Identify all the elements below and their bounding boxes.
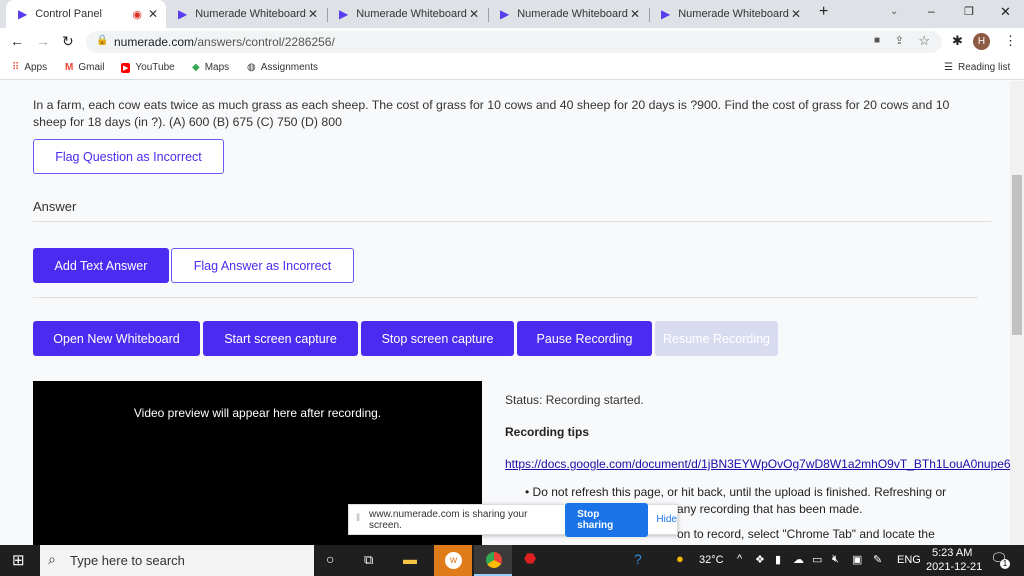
share-icon[interactable]: ⇪	[895, 34, 904, 47]
pause-recording-button[interactable]: Pause Recording	[517, 321, 652, 356]
tray-chevron-icon[interactable]: ^	[737, 553, 742, 565]
hide-button[interactable]: Hide	[656, 514, 677, 525]
acrobat-icon[interactable]: ⬣	[524, 550, 536, 567]
tab-whiteboard[interactable]: ▶ Numerade Whiteboard ✕	[488, 0, 648, 28]
dropbox-icon[interactable]: ❖	[755, 553, 765, 566]
add-text-answer-button[interactable]: Add Text Answer	[33, 248, 169, 283]
bookmark-assignments[interactable]: ◍ Assignments	[247, 62, 318, 73]
question-text: In a farm, each cow eats twice as much g…	[33, 98, 950, 129]
gmail-icon: M	[65, 62, 74, 73]
restore-button[interactable]: ❐	[964, 5, 974, 18]
camera-icon[interactable]: ■	[874, 35, 880, 46]
language-indicator[interactable]: ENG	[897, 554, 921, 566]
close-tab-icon[interactable]: ✕	[308, 7, 318, 21]
open-whiteboard-button[interactable]: Open New Whiteboard	[33, 321, 200, 356]
tab-bar: ▶ Control Panel ◉ ✕ ▶ Numerade Whiteboard ✕ ▶…	[0, 0, 1024, 28]
reading-list-icon: ☰	[944, 62, 953, 73]
url-input[interactable]: 🔒 numerade.com/answers/control/2286256/ …	[86, 31, 942, 53]
close-window-button[interactable]: ✕	[1000, 4, 1011, 20]
back-icon[interactable]: ←	[10, 33, 24, 49]
globe-icon: ◍	[247, 62, 256, 73]
tips-doc-link[interactable]: https://docs.google.com/document/d/1jBN3…	[505, 457, 1010, 471]
new-tab-button[interactable]: +	[819, 3, 828, 21]
tab-search-icon[interactable]: ⌄	[890, 6, 898, 17]
resume-recording-button: Resume Recording	[655, 321, 778, 356]
microphone-icon[interactable]: ▮	[775, 553, 781, 566]
drag-handle-icon[interactable]: ‖	[356, 513, 360, 524]
search-icon: ⌕	[48, 551, 56, 567]
minimize-button[interactable]: –	[928, 4, 935, 18]
flag-question-button[interactable]: Flag Question as Incorrect	[33, 139, 224, 174]
divider	[33, 297, 978, 298]
windows-start-icon[interactable]: ⊞	[12, 551, 25, 569]
bookmark-star-icon[interactable]: ☆	[918, 33, 930, 49]
numerade-logo-icon: ▶	[661, 7, 671, 21]
recording-icon: ◉	[132, 8, 142, 21]
youtube-icon: ▶	[121, 62, 131, 73]
divider	[33, 221, 991, 222]
flag-answer-button[interactable]: Flag Answer as Incorrect	[171, 248, 354, 283]
tab-whiteboard[interactable]: ▶ Numerade Whiteboard ✕	[327, 0, 487, 28]
bookmark-youtube[interactable]: ▶ YouTube	[121, 62, 175, 73]
battery-icon[interactable]: ▭	[812, 553, 822, 566]
weather-icon: ●	[676, 551, 684, 566]
clock-date[interactable]: 2021-12-21	[926, 561, 982, 573]
answer-heading: Answer	[33, 199, 77, 214]
close-tab-icon[interactable]: ✕	[630, 7, 640, 21]
numerade-logo-icon: ▶	[18, 7, 28, 21]
apps-grid-icon: ⠿	[12, 62, 20, 73]
taskbar-search-input[interactable]: ⌕ Type here to search	[40, 545, 314, 576]
page-content: In a farm, each cow eats twice as much g…	[0, 81, 1010, 545]
tip-item: • Do not refresh this page, or hit back,…	[525, 485, 947, 499]
notification-count: 1	[1000, 559, 1010, 569]
tab-whiteboard[interactable]: ▶ Numerade Whiteboard ✕	[166, 0, 326, 28]
cortana-icon[interactable]: ○	[326, 551, 334, 567]
app-w-icon[interactable]: w	[434, 545, 472, 576]
cloud-icon[interactable]: ☁	[793, 553, 804, 566]
reading-list[interactable]: ☰ Reading list	[944, 62, 1010, 73]
display-icon[interactable]: ▣	[852, 553, 862, 566]
numerade-logo-icon: ▶	[500, 7, 510, 21]
clock-time[interactable]: 5:23 AM	[932, 547, 972, 559]
recording-tips-heading: Recording tips	[505, 425, 590, 439]
start-capture-button[interactable]: Start screen capture	[203, 321, 358, 356]
avatar[interactable]: H	[973, 33, 990, 50]
bookmark-maps[interactable]: ◆ Maps	[192, 62, 229, 73]
volume-muted-icon[interactable]: 🔇︎	[832, 553, 839, 566]
network-icon[interactable]: ✎	[873, 553, 882, 566]
bookmark-apps[interactable]: ⠿ Apps	[12, 62, 47, 73]
file-explorer-icon[interactable]: ▬	[403, 551, 417, 567]
stop-capture-button[interactable]: Stop screen capture	[361, 321, 514, 356]
stop-sharing-button[interactable]: Stop sharing	[565, 502, 649, 537]
scrollbar-thumb[interactable]	[1012, 175, 1022, 335]
help-icon[interactable]: ?	[634, 551, 642, 567]
tab-whiteboard[interactable]: ▶ Numerade Whiteboard ✕	[649, 0, 809, 28]
bookmarks-bar: ⠿ Apps M Gmail ▶ YouTube ◆ Maps ◍ Assignments…	[0, 56, 1024, 80]
temperature[interactable]: 32°C	[699, 554, 724, 566]
numerade-logo-icon: ▶	[178, 7, 188, 21]
chrome-icon[interactable]	[474, 545, 512, 576]
extensions-icon[interactable]: ✱	[952, 33, 963, 49]
close-tab-icon[interactable]: ✕	[469, 7, 479, 21]
bookmark-gmail[interactable]: M Gmail	[65, 62, 104, 73]
menu-icon[interactable]: ⋮	[1004, 33, 1017, 49]
task-view-icon[interactable]: ⧉	[364, 552, 373, 568]
lock-icon: 🔒	[96, 35, 109, 46]
reload-icon[interactable]: ↻	[62, 33, 74, 50]
close-tab-icon[interactable]: ✕	[791, 7, 801, 21]
close-tab-icon[interactable]: ✕	[148, 7, 158, 21]
forward-icon[interactable]: →	[36, 33, 50, 49]
screen-share-bar: ‖ www.numerade.com is sharing your scree…	[348, 502, 678, 537]
numerade-logo-icon: ▶	[339, 7, 349, 21]
maps-icon: ◆	[192, 62, 200, 73]
tab-control-panel[interactable]: ▶ Control Panel ◉ ✕	[6, 0, 166, 28]
status-text: Status: Recording started.	[505, 393, 644, 407]
